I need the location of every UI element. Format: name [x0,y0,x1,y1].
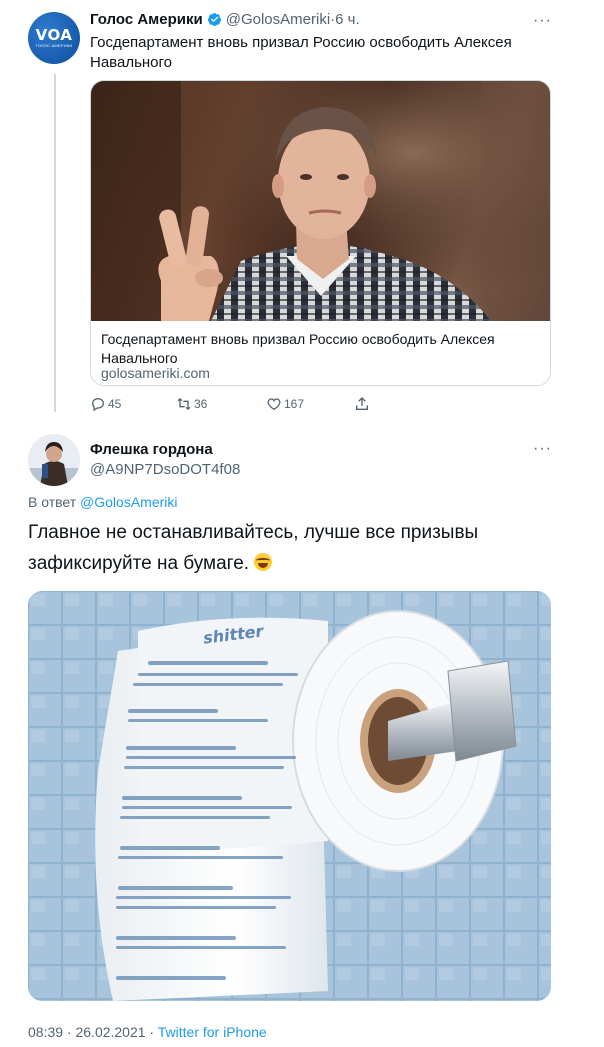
tweet-footer: 08:39 · 26.02.2021 · Twitter for iPhone [28,1024,267,1040]
more-options-icon[interactable]: ··· [533,12,552,30]
display-name[interactable]: Голос Америки [90,11,203,28]
handle[interactable]: @GolosAmeriki [226,11,330,28]
link-card[interactable]: Госдепартамент вновь призвал Россию осво… [90,80,551,386]
laughing-emoji-icon [254,553,273,571]
tweet-time[interactable]: 6 ч. [335,11,360,28]
reply-icon [91,397,105,412]
tweet-photo[interactable]: shitter [28,591,551,1001]
card-photo-illustration [91,81,550,321]
like-count: 167 [284,397,305,411]
reply-prefix: В ответ [28,494,77,510]
tweet-actions: 45 36 167 [90,396,390,414]
tweet-golos-ameriki[interactable]: VOA ГОЛОС АМЕРИКИ Голос Америки @GolosAm… [0,0,604,420]
display-name[interactable]: Флешка гордона [90,441,213,458]
tweet-timestamp[interactable]: 08:39 · 26.02.2021 · [28,1024,154,1040]
handle[interactable]: @A9NP7DsoDOT4f08 [90,461,240,478]
voa-logo-text: VOA [35,25,73,44]
avatar-image [28,434,80,486]
like-button[interactable]: 167 [266,396,304,412]
tweet-text: Главное не останавливайтесь, лучше все п… [28,517,568,579]
retweet-count: 36 [194,397,208,411]
card-title[interactable]: Госдепартамент вновь призвал Россию осво… [101,330,541,368]
card-domain: golosameriki.com [101,365,210,381]
share-icon [356,397,368,410]
reply-context: В ответ @GolosAmeriki [28,494,177,510]
reply-mention-link[interactable]: @GolosAmeriki [80,494,177,510]
share-button[interactable] [354,396,372,412]
tweet-header: Голос Америки @GolosAmeriki · 6 ч. [90,11,360,28]
tweet-source-link[interactable]: Twitter for iPhone [158,1024,267,1040]
reply-button[interactable]: 45 [90,396,121,412]
like-icon [267,398,281,411]
card-image [91,81,550,321]
tweet-text: Госдепартамент вновь призвал Россию осво… [90,34,512,71]
reply-count: 45 [108,397,122,411]
retweet-button[interactable]: 36 [176,396,207,412]
verified-badge-icon [207,12,221,27]
retweet-icon [177,398,191,410]
toilet-paper-illustration [28,591,551,1001]
more-options-icon[interactable]: ··· [533,440,552,458]
avatar[interactable]: VOA ГОЛОС АМЕРИКИ [28,12,80,64]
tweet-text-content: Главное не останавливайтесь, лучше все п… [28,522,479,574]
avatar[interactable] [28,434,80,486]
voa-logo-subtext: ГОЛОС АМЕРИКИ [35,42,73,48]
